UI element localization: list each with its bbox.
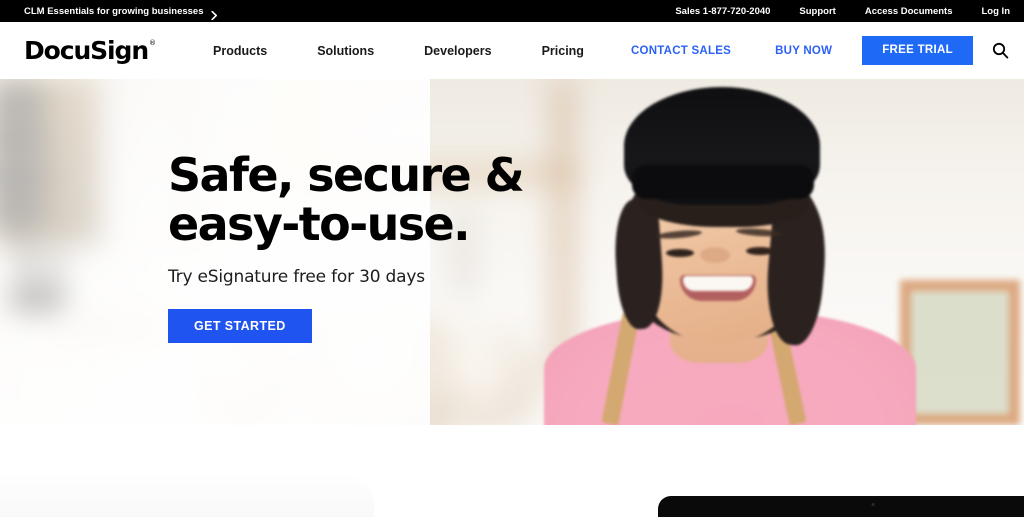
main-navigation-bar: DocuSign® Products Solutions Developers … (0, 22, 1024, 79)
page-root: CLM Essentials for growing businesses Sa… (0, 0, 1024, 517)
free-trial-button[interactable]: FREE TRIAL (862, 35, 973, 66)
person-eye-left (666, 249, 694, 257)
top-utility-links: Sales 1-877-720-2040 Support Access Docu… (675, 6, 1010, 17)
nav-item-products[interactable]: Products (188, 44, 292, 58)
topbar-link-support[interactable]: Support (799, 6, 835, 17)
contact-sales-link[interactable]: CONTACT SALES (609, 45, 753, 57)
laptop-device-mockup (658, 496, 1024, 517)
person-teeth (683, 276, 753, 291)
logo-wordmark: DocuSign (24, 36, 149, 65)
topbar-link-log-in[interactable]: Log In (982, 6, 1011, 17)
below-hero-section (0, 425, 1024, 517)
nav-item-pricing[interactable]: Pricing (517, 44, 609, 58)
promo-banner-link[interactable]: CLM Essentials for growing businesses (24, 5, 219, 20)
nav-actions: CONTACT SALES BUY NOW FREE TRIAL (609, 35, 1015, 66)
buy-now-link[interactable]: BUY NOW (753, 45, 854, 57)
beanie-brim (632, 165, 814, 199)
person-smile (680, 275, 756, 301)
hero-headline-line-2: easy-to-use. (168, 196, 471, 251)
search-icon[interactable] (991, 41, 1011, 61)
person-nose (700, 247, 730, 263)
topbar-link-sales[interactable]: Sales 1-877-720-2040 (675, 6, 770, 17)
logo-trademark: ® (149, 38, 157, 47)
nav-item-solutions[interactable]: Solutions (292, 44, 399, 58)
nav-item-developers[interactable]: Developers (399, 44, 516, 58)
get-started-button[interactable]: GET STARTED (168, 308, 312, 343)
hero-section: Safe, secure & easy-to-use. Try eSignatu… (0, 79, 1024, 425)
chevron-right-icon (210, 7, 219, 20)
hero-headline: Safe, secure & easy-to-use. (168, 151, 588, 249)
primary-nav-links: Products Solutions Developers Pricing (188, 44, 609, 58)
hero-headline-line-1: Safe, secure & (168, 148, 525, 202)
laptop-camera-icon (871, 503, 875, 506)
top-announcement-bar: CLM Essentials for growing businesses Sa… (0, 0, 1024, 22)
left-decorative-shape (0, 473, 374, 517)
docusign-logo[interactable]: DocuSign® (24, 36, 157, 65)
hero-text-block: Safe, secure & easy-to-use. Try eSignatu… (168, 79, 588, 425)
promo-banner-text: CLM Essentials for growing businesses (24, 5, 204, 17)
hero-subheadline: Try eSignature free for 30 days (168, 266, 425, 287)
topbar-link-access-documents[interactable]: Access Documents (865, 6, 953, 17)
person-eye-right (746, 247, 774, 255)
